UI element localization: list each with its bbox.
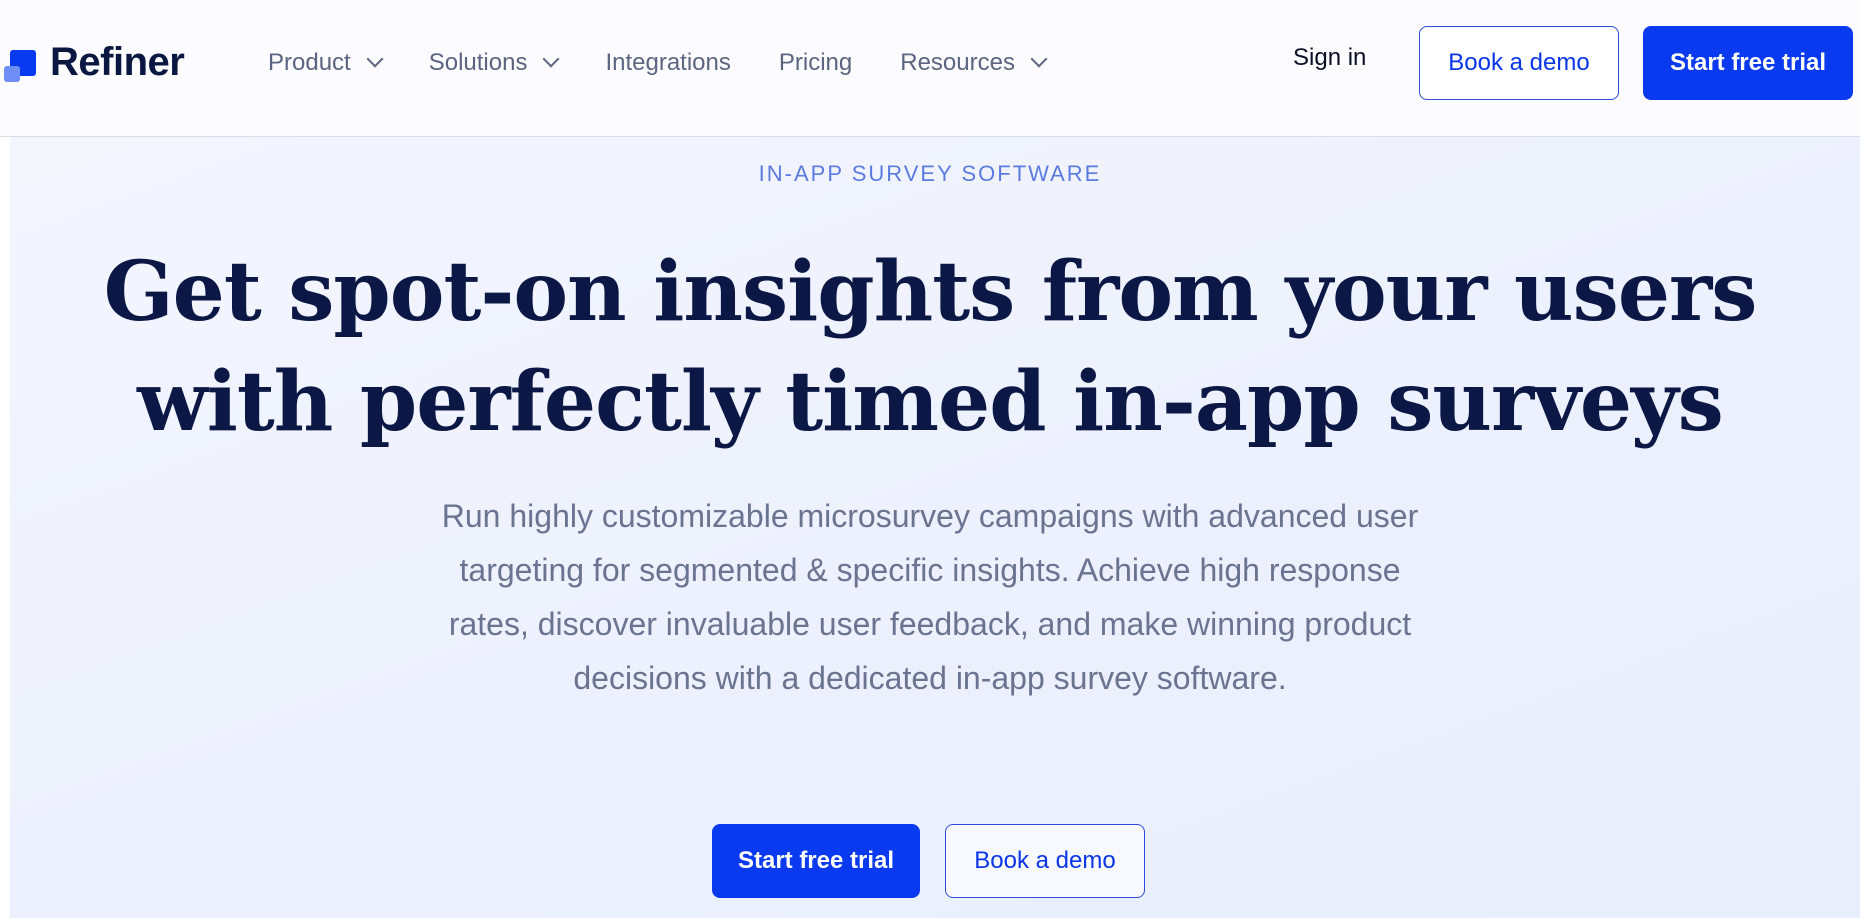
hero-eyebrow: IN-APP SURVEY SOFTWARE bbox=[758, 161, 1102, 186]
nav-item-resources[interactable]: Resources bbox=[900, 49, 1048, 77]
hero-headline-line2: with perfectly timed in-app surveys bbox=[137, 354, 1724, 450]
nav-item-label: Product bbox=[268, 49, 351, 76]
refiner-logo[interactable]: Refiner bbox=[4, 38, 185, 86]
nav-item-label: Solutions bbox=[428, 49, 528, 76]
logo-wordmark: Refiner bbox=[50, 39, 185, 84]
nav-item-solutions[interactable]: Solutions bbox=[428, 49, 560, 77]
hero-book-demo-button[interactable]: Book a demo bbox=[945, 824, 1145, 898]
nav-item-integrations[interactable]: Integrations bbox=[605, 49, 730, 77]
nav-item-product[interactable]: Product bbox=[268, 49, 384, 77]
hero-headline-line1: Get spot-on insights from your users bbox=[103, 244, 1758, 340]
chevron-down-icon bbox=[366, 50, 384, 68]
book-demo-button[interactable]: Book a demo bbox=[1419, 26, 1619, 100]
hero-start-free-trial-button[interactable]: Start free trial bbox=[712, 824, 920, 898]
chevron-down-icon bbox=[542, 50, 560, 68]
start-free-trial-button[interactable]: Start free trial bbox=[1643, 26, 1853, 100]
nav-item-label: Resources bbox=[900, 49, 1015, 76]
chevron-down-icon bbox=[1030, 50, 1048, 68]
hero-section: IN-APP SURVEY SOFTWARE Get spot-on insig… bbox=[10, 137, 1860, 918]
hero-headline: Get spot-on insights from your users wit… bbox=[10, 237, 1850, 457]
nav-item-label: Integrations bbox=[605, 49, 731, 76]
main-nav: Product Solutions Integrations Pricing R… bbox=[268, 40, 1093, 86]
nav-item-label: Pricing bbox=[778, 49, 853, 76]
site-header: Refiner Product Solutions Integrations P… bbox=[0, 0, 1860, 137]
refiner-logo-icon bbox=[4, 42, 38, 82]
nav-item-pricing[interactable]: Pricing bbox=[779, 49, 852, 77]
sign-in-link[interactable]: Sign in bbox=[1293, 44, 1366, 72]
hero-subtext: Run highly customizable microsurvey camp… bbox=[441, 498, 1419, 696]
